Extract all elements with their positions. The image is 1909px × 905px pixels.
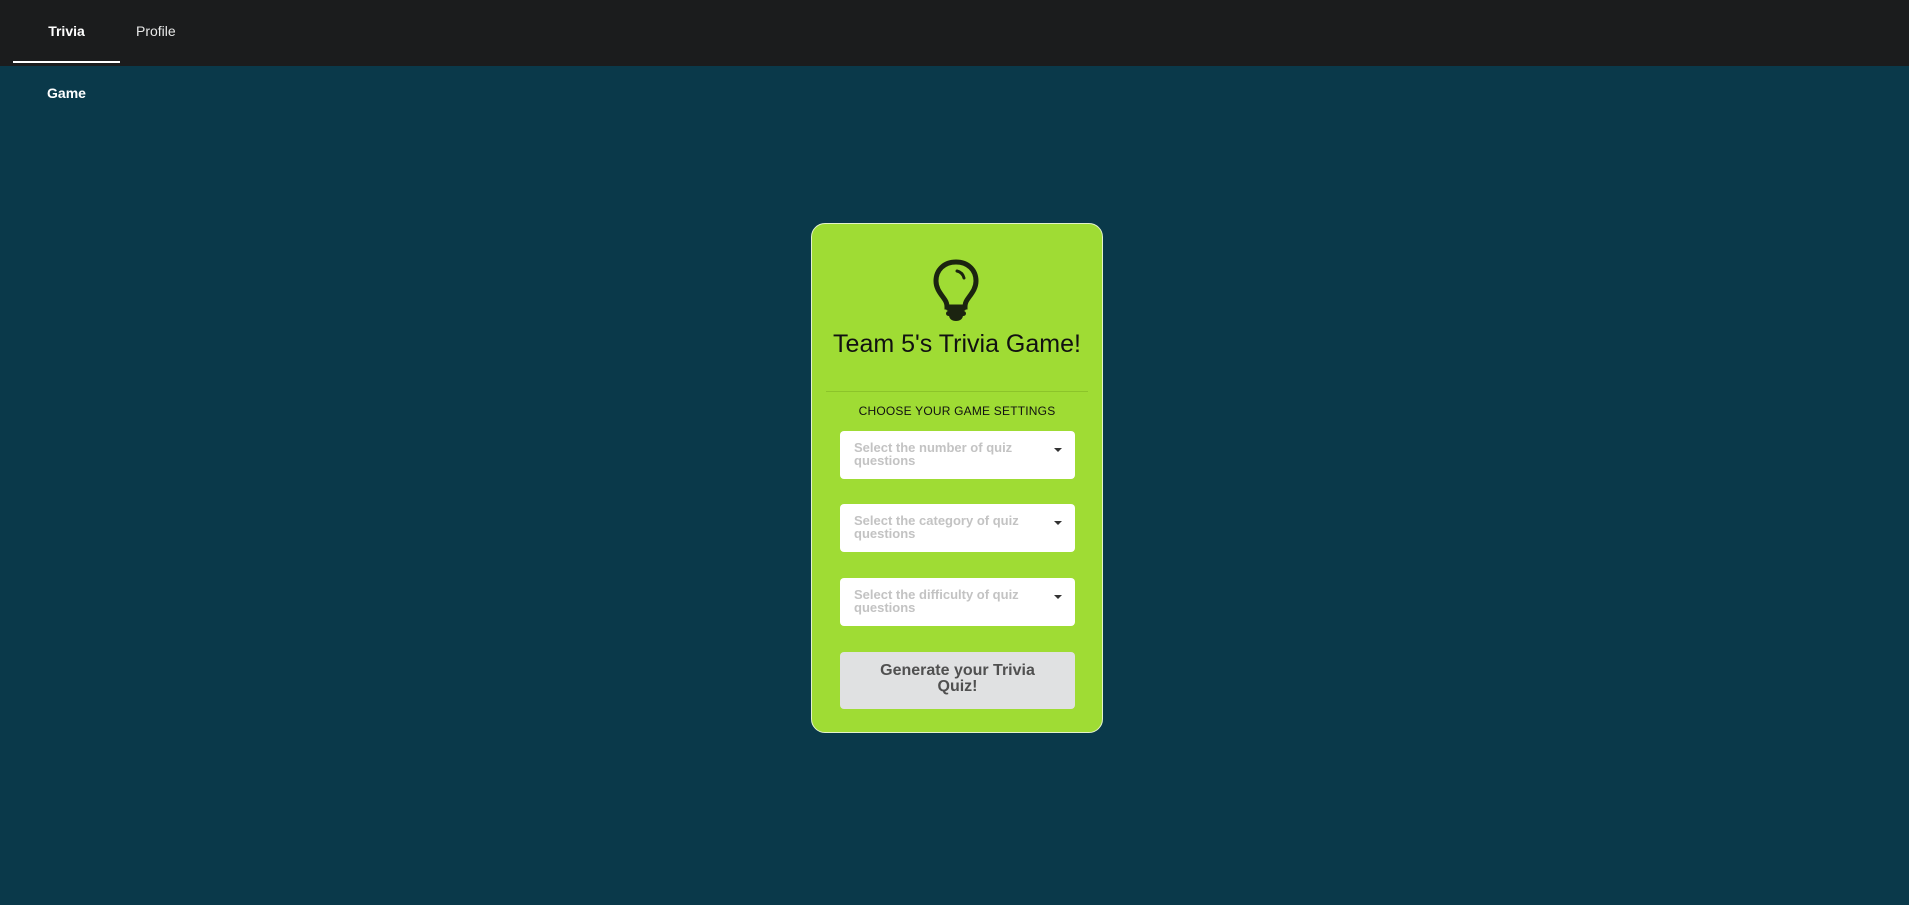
question-category-placeholder: Select the category of quiz questions [854, 513, 1019, 541]
question-count-placeholder: Select the number of quiz questions [854, 440, 1013, 468]
nav-item-profile[interactable]: Profile [120, 0, 192, 63]
caret-down-icon [1054, 448, 1062, 452]
top-navbar: Trivia Game Profile [0, 0, 1909, 101]
lightbulb-icon [933, 259, 979, 321]
question-difficulty-select[interactable]: Select the difficulty of quiz questions [840, 578, 1075, 626]
settings-subtitle: CHOOSE YOUR GAME SETTINGS [858, 404, 1056, 418]
caret-down-icon [1054, 595, 1062, 599]
nav-item-trivia-game[interactable]: Trivia Game [13, 0, 120, 101]
generate-quiz-button[interactable]: Generate your Trivia Quiz! [840, 652, 1075, 709]
question-category-select[interactable]: Select the category of quiz questions [840, 504, 1075, 552]
page-title: Team 5's Trivia Game! [833, 330, 1081, 358]
caret-down-icon [1054, 521, 1062, 525]
question-difficulty-placeholder: Select the difficulty of quiz questions [854, 587, 1019, 615]
game-settings-card: Team 5's Trivia Game! CHOOSE YOUR GAME S… [811, 223, 1103, 733]
question-count-select[interactable]: Select the number of quiz questions [840, 431, 1075, 479]
divider [826, 391, 1088, 392]
